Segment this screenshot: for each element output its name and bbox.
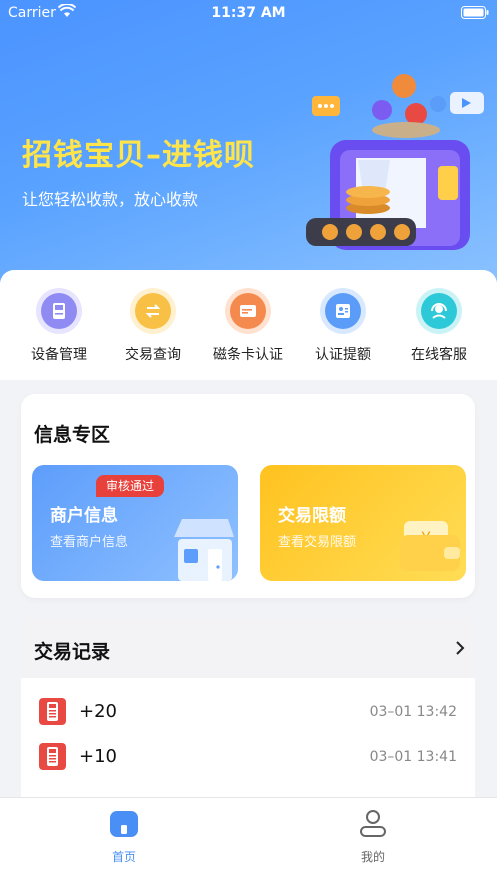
chevron-right-icon	[456, 641, 465, 655]
info-zone: 信息专区 审核通过 商户信息 查看商户信息 交易限额 查看交易限额 ¥	[21, 394, 475, 598]
merchant-info-card[interactable]: 审核通过 商户信息 查看商户信息	[32, 465, 238, 581]
home-icon	[110, 811, 138, 837]
quick-action-device-management[interactable]: 设备管理	[11, 288, 107, 364]
quick-action-online-service[interactable]: 在线客服	[391, 288, 487, 364]
status-bar: Carrier 11:37 AM	[0, 0, 497, 26]
tab-mine-label: 我的	[360, 850, 385, 864]
wallet-icon: ¥	[400, 521, 460, 571]
quick-action-label: 磁条卡认证	[213, 347, 283, 363]
merchant-info-title: 商户信息	[50, 506, 118, 526]
exchange-icon	[130, 288, 176, 334]
status-badge: 审核通过	[96, 475, 165, 497]
tab-mine[interactable]: 我的	[323, 808, 423, 865]
transaction-amount: +10	[79, 746, 117, 767]
info-zone-title: 信息专区	[34, 424, 111, 446]
card-icon	[225, 288, 271, 334]
quick-action-label: 设备管理	[31, 347, 87, 363]
tab-home-label: 首页	[111, 850, 136, 864]
quick-action-transaction-query[interactable]: 交易查询	[105, 288, 201, 364]
tab-home[interactable]: 首页	[74, 808, 174, 865]
transaction-row[interactable]: +20 03–01 13:42	[21, 694, 475, 730]
hero-banner: Carrier 11:37 AM 招钱宝贝–进钱呗 让您轻松收款，放心收款	[0, 0, 497, 300]
id-card-icon	[320, 288, 366, 334]
hero-subtitle: 让您轻松收款，放心收款	[22, 190, 199, 209]
transaction-records-title: 交易记录	[34, 641, 111, 663]
device-icon	[36, 288, 82, 334]
headset-icon	[416, 288, 462, 334]
quick-action-label: 认证提额	[315, 347, 371, 363]
clock: 11:37 AM	[211, 5, 286, 21]
pos-terminal-icon	[39, 698, 66, 725]
quick-action-label: 交易查询	[125, 347, 181, 363]
quick-action-limit-increase[interactable]: 认证提额	[295, 288, 391, 364]
hero-title: 招钱宝贝–进钱呗	[22, 138, 255, 173]
transaction-records-header[interactable]: 交易记录	[21, 618, 475, 678]
transaction-records: 交易记录 +20 03–01 13:42 +10 03–01 13:41	[21, 618, 475, 798]
transaction-datetime: 03–01 13:41	[369, 749, 457, 765]
quick-actions: 设备管理 交易查询 磁条卡认证 认证提额 在线客服	[0, 270, 497, 380]
transaction-row[interactable]: +10 03–01 13:41	[21, 739, 475, 775]
transaction-amount: +20	[79, 701, 117, 722]
merchant-info-subtitle: 查看商户信息	[50, 535, 129, 550]
user-icon	[360, 810, 386, 837]
trade-limit-card[interactable]: 交易限额 查看交易限额 ¥	[260, 465, 466, 581]
trade-limit-subtitle: 查看交易限额	[278, 535, 357, 550]
cash-machine-illustration	[300, 68, 490, 268]
store-icon	[174, 519, 234, 581]
transaction-datetime: 03–01 13:42	[369, 704, 457, 720]
tab-bar: 首页 我的	[0, 797, 497, 883]
quick-action-magstripe-auth[interactable]: 磁条卡认证	[200, 288, 296, 364]
battery-icon	[461, 6, 489, 23]
quick-action-label: 在线客服	[411, 347, 467, 363]
trade-limit-title: 交易限额	[278, 506, 346, 526]
pos-terminal-icon	[39, 743, 66, 770]
